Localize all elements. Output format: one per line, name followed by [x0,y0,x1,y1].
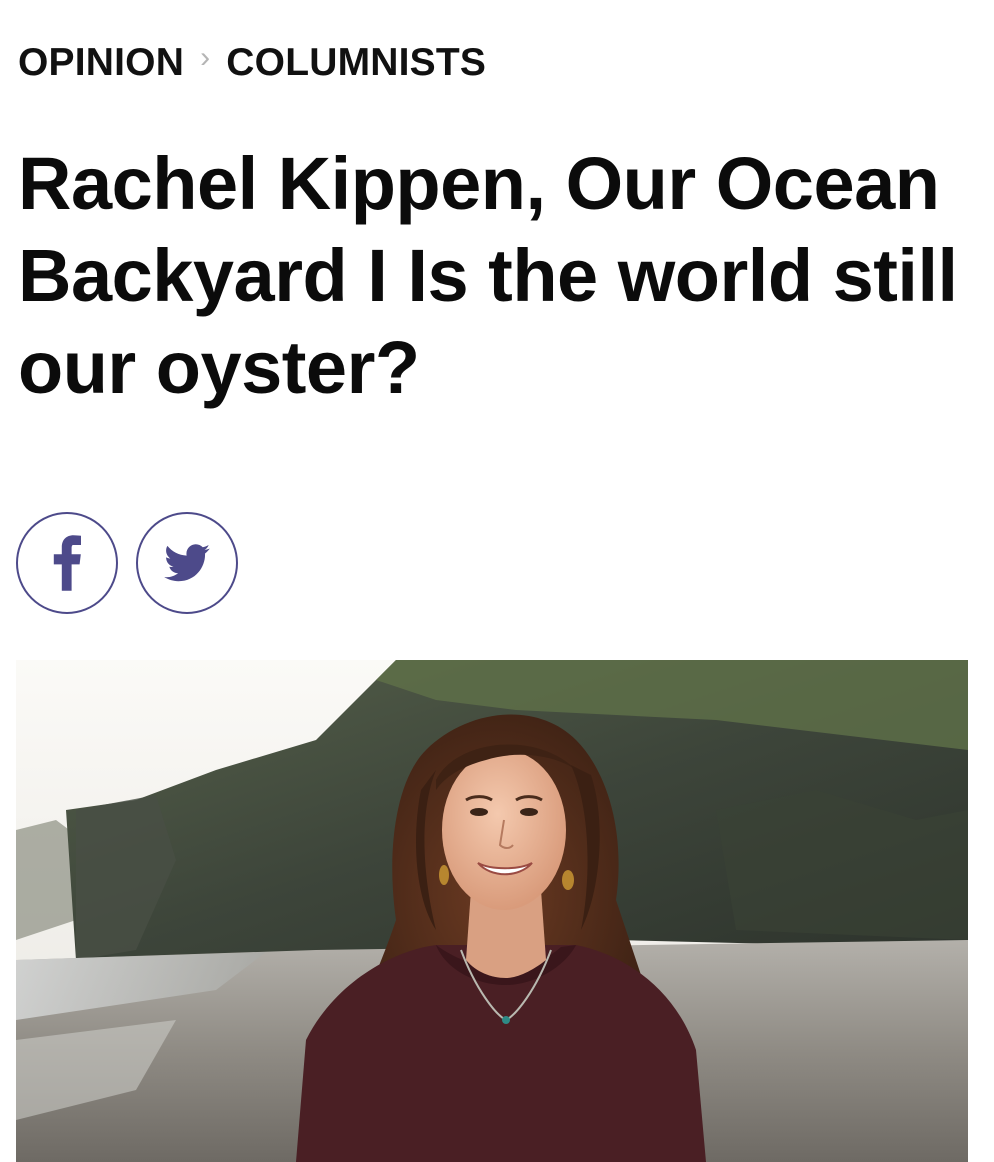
twitter-icon [164,544,210,582]
chevron-right-icon: › [200,41,211,74]
facebook-icon [53,535,81,591]
share-facebook-button[interactable] [16,512,118,614]
hero-photo [16,660,968,1162]
article-headline: Rachel Kippen, Our Ocean Backyard I Is t… [18,142,958,409]
breadcrumb: OPINION › COLUMNISTS [18,40,486,86]
share-buttons [16,512,238,614]
breadcrumb-link-opinion[interactable]: OPINION [18,40,184,86]
breadcrumb-link-columnists[interactable]: COLUMNISTS [226,40,486,86]
share-twitter-button[interactable] [136,512,238,614]
